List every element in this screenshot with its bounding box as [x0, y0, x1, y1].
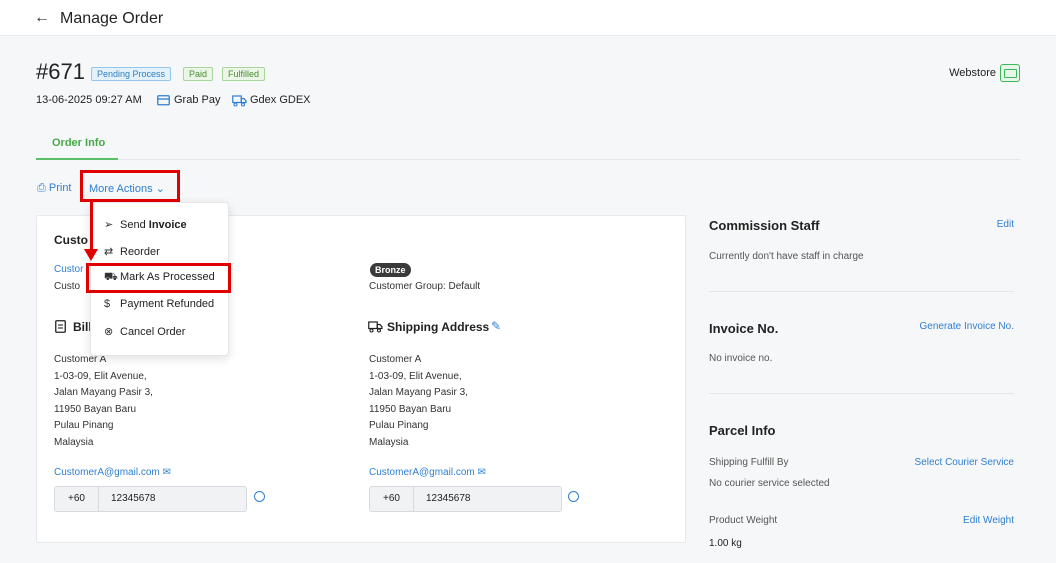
sales-channel: Webstore [949, 64, 1020, 82]
edit-commission-link[interactable]: Edit [997, 219, 1014, 230]
truck-icon [232, 95, 247, 107]
annotation-arrow-head [84, 249, 98, 261]
address-line: 11950 Bayan Baru [54, 403, 137, 415]
whatsapp-icon[interactable] [568, 491, 579, 502]
phone-number: 12345678 [426, 493, 471, 504]
dollar-icon: $ [104, 298, 111, 310]
menu-item-reorder[interactable]: ⇄ Reorder [104, 245, 160, 258]
arrow-left-icon[interactable]: ← [34, 9, 50, 27]
menu-item-label: Reorder [120, 246, 160, 258]
edit-pencil-icon[interactable]: ✎ [491, 319, 501, 333]
highlight-mark-as-processed [86, 263, 231, 293]
cancel-circle-icon: ⊗ [104, 326, 114, 338]
edit-weight-link[interactable]: Edit Weight [963, 515, 1014, 526]
tab-divider [36, 159, 1020, 160]
print-button[interactable]: ⎙ Print [37, 182, 72, 195]
customer-name-link[interactable]: Custor [54, 264, 83, 275]
page-title: Manage Order [60, 10, 164, 27]
address-line: 11950 Bayan Baru [369, 403, 452, 415]
shipping-address-title: Shipping Address [387, 320, 490, 334]
section-divider [709, 291, 1014, 292]
menu-item-label: Send [120, 219, 146, 231]
product-weight-label: Product Weight [709, 515, 778, 526]
phone-country-code: +60 [370, 487, 414, 511]
customer-group: Customer Group: Default [369, 281, 481, 292]
address-line: Jalan Mayang Pasir 3, [54, 387, 153, 398]
status-badge-fulfilled: Fulfilled [222, 67, 266, 81]
address-line: Malaysia [54, 436, 94, 448]
commission-staff-title: Commission Staff [709, 218, 820, 233]
tab-order-info[interactable]: Order Info [52, 137, 105, 149]
sales-channel-label: Webstore [949, 67, 996, 79]
customer-tier-badge: Bronze [370, 263, 411, 277]
billing-address-title: Bill [73, 320, 92, 334]
address-line: 1-03-09, Elit Avenue, [369, 370, 462, 382]
address-line: Malaysia [369, 436, 409, 448]
mail-icon: ✉ [162, 467, 171, 478]
credit-card-icon [157, 95, 170, 106]
courier-name: Gdex GDEX [250, 94, 311, 106]
billing-email-link[interactable]: CustomerA@gmail.com ✉ [54, 467, 171, 478]
truck-icon [368, 321, 383, 333]
store-icon [1000, 64, 1020, 82]
billing-address: Customer A 1-03-09, Elit Avenue, Jalan M… [54, 352, 153, 451]
no-courier-text: No courier service selected [709, 478, 830, 489]
billing-email: CustomerA@gmail.com [54, 467, 160, 478]
commission-staff-text: Currently don't have staff in charge [709, 251, 864, 262]
parcel-info-title: Parcel Info [709, 423, 776, 438]
printer-icon: ⎙ [37, 182, 46, 194]
billing-phone-field[interactable]: +60 12345678 [54, 486, 247, 512]
phone-number: 12345678 [111, 493, 156, 504]
menu-item-payment-refunded[interactable]: $ Payment Refunded [104, 298, 214, 310]
print-label: Print [48, 182, 72, 194]
payment-method: Grab Pay [174, 94, 221, 106]
status-badge-paid: Paid [183, 67, 214, 81]
tab-active-indicator [36, 158, 118, 160]
mail-icon: ✉ [477, 467, 486, 478]
select-courier-link[interactable]: Select Courier Service [915, 457, 1014, 468]
customer-detail: Custo [54, 281, 81, 292]
annotation-arrow-stem [90, 199, 93, 251]
customer-section-title: Custo [54, 233, 88, 247]
shipping-fulfill-label: Shipping Fulfill By [709, 457, 789, 468]
address-line: Jalan Mayang Pasir 3, [369, 387, 468, 398]
shipping-email-link[interactable]: CustomerA@gmail.com ✉ [369, 467, 486, 478]
menu-item-label-bold: Invoice [148, 219, 187, 231]
shipping-address: Customer A 1-03-09, Elit Avenue, Jalan M… [369, 352, 468, 451]
menu-item-label: Cancel Order [120, 326, 186, 338]
status-badge-pending: Pending Process [91, 67, 172, 81]
product-weight-value: 1.00 kg [709, 538, 742, 549]
order-datetime: 13-06-2025 09:27 AM [36, 94, 142, 106]
address-line: 1-03-09, Elit Avenue, [54, 370, 147, 382]
shipping-email: CustomerA@gmail.com [369, 467, 475, 478]
section-divider [709, 393, 1014, 394]
menu-item-send-invoice[interactable]: ➢ Send Invoice [104, 218, 187, 231]
invoice-no-text: No invoice no. [709, 353, 773, 364]
shipping-phone-field[interactable]: +60 12345678 [369, 486, 562, 512]
address-line: Customer A [369, 354, 422, 365]
top-bar: ← Manage Order [0, 0, 1056, 36]
generate-invoice-link[interactable]: Generate Invoice No. [920, 321, 1015, 332]
document-icon [55, 320, 66, 333]
menu-item-label: Payment Refunded [120, 298, 215, 310]
invoice-no-title: Invoice No. [709, 321, 779, 336]
repeat-icon: ⇄ [104, 246, 114, 258]
menu-item-cancel-order[interactable]: ⊗ Cancel Order [104, 325, 185, 338]
send-icon: ➢ [104, 219, 114, 231]
whatsapp-icon[interactable] [254, 491, 265, 502]
phone-country-code: +60 [55, 487, 99, 511]
address-line: Pulau Pinang [369, 420, 429, 431]
order-number: #671 [36, 59, 85, 84]
address-line: Pulau Pinang [54, 420, 114, 431]
highlight-more-actions [80, 170, 180, 202]
